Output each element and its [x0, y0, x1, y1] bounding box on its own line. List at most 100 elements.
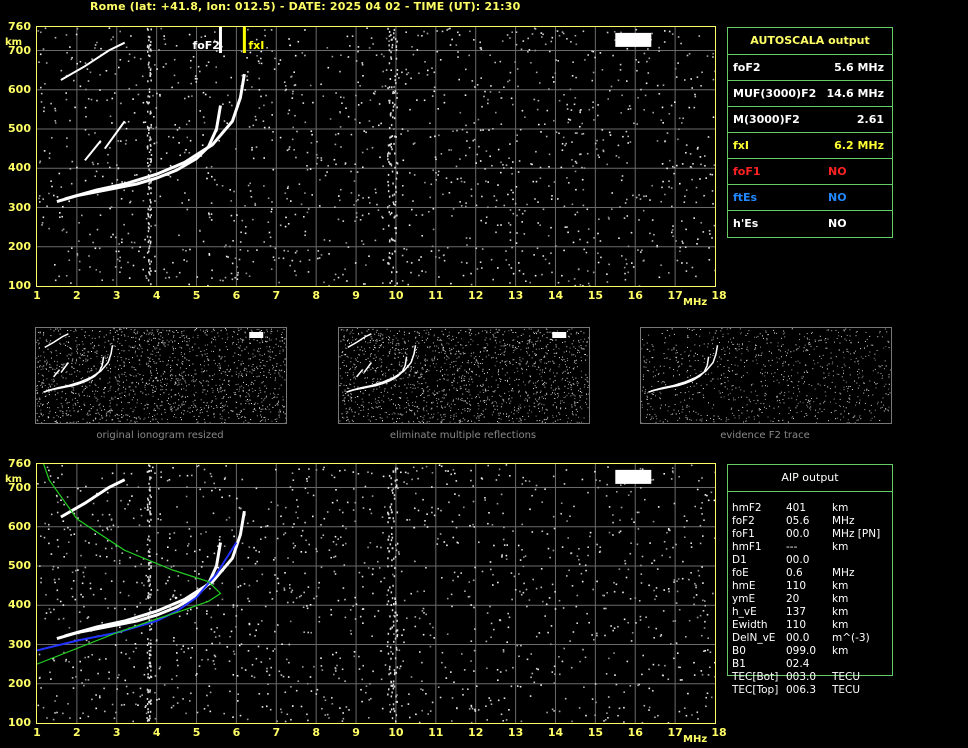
noise-speck	[160, 335, 162, 337]
noise-speck	[228, 380, 230, 382]
noise-speck	[266, 346, 268, 348]
noise-speck	[507, 379, 508, 381]
noise-speck	[54, 421, 56, 422]
noise-speck	[75, 33, 78, 36]
noise-speck	[449, 44, 452, 46]
noise-speck	[437, 337, 439, 339]
noise-speck	[75, 330, 77, 332]
noise-band	[389, 136, 391, 139]
noise-speck	[162, 329, 164, 331]
noise-speck	[509, 345, 511, 347]
noise-speck	[176, 129, 179, 131]
noise-speck	[262, 381, 264, 383]
noise-speck	[265, 336, 267, 338]
noise-speck	[57, 407, 59, 409]
noise-speck	[192, 379, 194, 381]
noise-speck	[429, 365, 431, 367]
noise-speck	[337, 132, 340, 135]
noise-speck	[159, 360, 161, 362]
noise-speck	[662, 180, 664, 183]
noise-speck	[140, 336, 142, 338]
noise-speck	[241, 374, 243, 376]
noise-speck	[528, 415, 530, 417]
noise-speck	[211, 400, 213, 401]
noise-speck	[131, 399, 133, 401]
noise-speck	[158, 358, 160, 360]
noise-speck	[567, 417, 569, 419]
noise-speck	[374, 347, 376, 349]
noise-speck	[588, 337, 589, 339]
noise-speck	[625, 258, 627, 261]
noise-speck	[211, 337, 213, 339]
noise-speck	[119, 343, 121, 345]
noise-speck	[343, 336, 345, 338]
noise-speck	[570, 372, 572, 373]
noise-speck	[130, 420, 132, 422]
noise-speck	[436, 50, 439, 53]
noise-speck	[494, 352, 496, 354]
noise-speck	[391, 398, 393, 400]
noise-speck	[202, 389, 204, 391]
noise-speck	[254, 355, 256, 357]
noise-speck	[511, 329, 513, 331]
noise-speck	[217, 332, 219, 334]
noise-speck	[348, 421, 350, 423]
noise-speck	[61, 363, 63, 365]
noise-band	[394, 166, 396, 169]
noise-speck	[515, 332, 517, 333]
noise-speck	[399, 405, 401, 407]
noise-speck	[681, 122, 683, 124]
noise-speck	[239, 345, 241, 347]
noise-speck	[37, 405, 39, 407]
noise-speck	[578, 350, 580, 352]
noise-speck	[372, 368, 374, 369]
noise-speck	[468, 408, 470, 410]
noise-speck	[237, 354, 239, 356]
noise-speck	[48, 394, 50, 396]
noise-speck	[307, 271, 310, 273]
noise-speck	[114, 366, 116, 368]
noise-speck	[339, 70, 341, 73]
noise-speck	[562, 378, 564, 380]
noise-speck	[151, 334, 152, 335]
noise-speck	[577, 411, 578, 412]
noise-speck	[277, 404, 279, 406]
noise-speck	[558, 34, 561, 37]
noise-speck	[493, 195, 496, 197]
noise-speck	[285, 216, 287, 219]
noise-speck	[674, 67, 677, 70]
noise-speck	[143, 340, 145, 341]
noise-speck	[205, 64, 208, 67]
noise-speck	[287, 112, 290, 115]
noise-speck	[117, 418, 119, 419]
noise-speck	[470, 283, 473, 286]
noise-speck	[379, 414, 381, 416]
noise-speck	[580, 345, 582, 347]
noise-speck	[84, 388, 86, 389]
noise-speck	[373, 357, 375, 359]
noise-speck	[278, 369, 280, 371]
noise-speck	[340, 54, 342, 56]
noise-speck	[193, 403, 195, 405]
noise-speck	[279, 136, 282, 139]
noise-speck	[367, 408, 369, 410]
noise-speck	[160, 157, 163, 160]
noise-speck	[123, 189, 125, 192]
noise-band	[389, 78, 392, 80]
noise-speck	[114, 396, 116, 398]
noise-speck	[664, 30, 666, 32]
noise-speck	[585, 374, 587, 376]
noise-speck	[458, 397, 459, 399]
noise-speck	[42, 375, 44, 377]
noise-speck	[354, 262, 357, 264]
noise-band	[390, 237, 393, 240]
noise-speck	[572, 394, 574, 396]
noise-speck	[152, 94, 154, 97]
noise-speck	[294, 213, 297, 216]
noise-speck	[245, 373, 247, 375]
noise-speck	[487, 344, 489, 346]
noise-speck	[182, 363, 184, 365]
noise-speck	[125, 340, 127, 342]
noise-speck	[529, 376, 531, 378]
noise-speck	[439, 371, 441, 373]
